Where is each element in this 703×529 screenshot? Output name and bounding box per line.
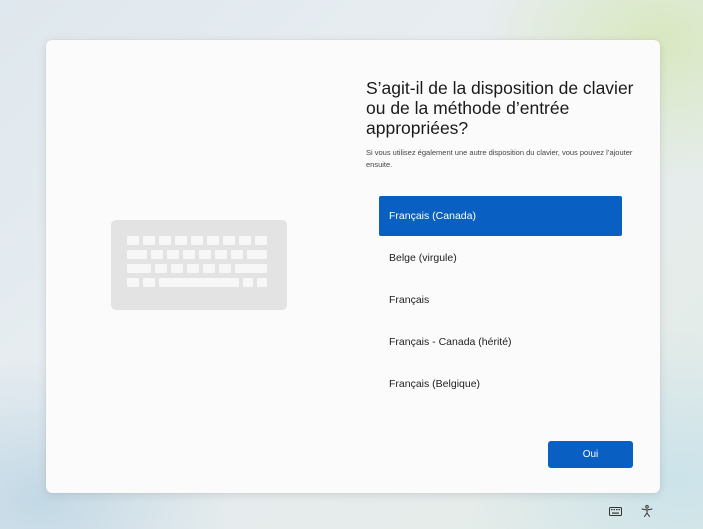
keyboard-illustration-icon xyxy=(111,220,287,310)
layout-option-francais-canada-herite[interactable]: Français - Canada (hérité) xyxy=(379,322,622,362)
dialog-title: S’agit-il de la disposition de clavier o… xyxy=(366,78,634,138)
keyboard-icon[interactable] xyxy=(608,505,622,517)
layout-option-label: Français xyxy=(389,294,430,306)
layout-option-label: Français (Canada) xyxy=(389,210,476,222)
layout-option-francais-belgique[interactable]: Français (Belgique) xyxy=(379,364,622,404)
layout-option-label: Belge (virgule) xyxy=(389,252,457,264)
layout-option-francais[interactable]: Français xyxy=(379,280,622,320)
oui-button[interactable]: Oui xyxy=(548,441,633,468)
keyboard-layout-list: Français (Canada) Belge (virgule) França… xyxy=(379,196,622,406)
layout-option-label: Français - Canada (hérité) xyxy=(389,336,512,348)
setup-dialog: S’agit-il de la disposition de clavier o… xyxy=(46,40,660,493)
layout-option-francais-canada[interactable]: Français (Canada) xyxy=(379,196,622,236)
dialog-subtitle: Si vous utilisez également une autre dis… xyxy=(366,148,633,169)
layout-option-belge-virgule[interactable]: Belge (virgule) xyxy=(379,238,622,278)
layout-option-label: Français (Belgique) xyxy=(389,378,481,390)
accessibility-icon[interactable] xyxy=(640,505,654,517)
